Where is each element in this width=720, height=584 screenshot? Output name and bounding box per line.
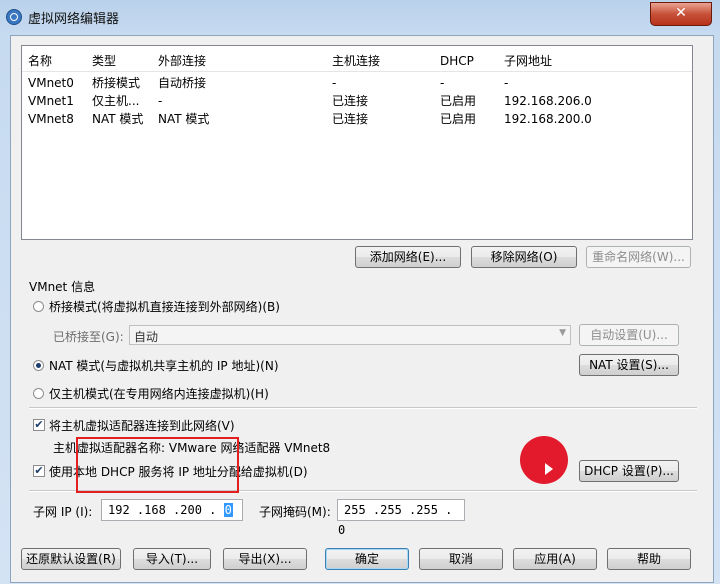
connect-adapter-checkbox[interactable]: ✔ [33,419,45,431]
hostonly-mode-radio[interactable] [33,388,44,399]
row-host: - [332,76,337,90]
restore-defaults-button[interactable]: 还原默认设置(R) [21,548,121,570]
column-header-external[interactable]: 外部连接 [158,52,206,70]
cursor-highlight-icon [520,436,568,484]
header-divider [22,71,692,72]
section-divider [29,407,697,409]
export-button[interactable]: 导出(X)... [223,548,307,570]
row-type: 仅主机... [92,94,140,108]
dialog-body: 名称 类型 外部连接 主机连接 DHCP 子网地址 VMnet0 桥接模式 自动… [10,35,714,583]
bridged-mode-label[interactable]: 桥接模式(将虚拟机直接连接到外部网络)(B) [49,298,280,315]
bridged-to-label: 已桥接至(G): [53,330,124,344]
cancel-button[interactable]: 取消 [419,548,503,570]
subnet-mask-field[interactable]: 255 .255 .255 . 0 [337,499,465,537]
nat-mode-radio[interactable] [33,360,44,371]
title-bar: 虚拟网络编辑器 ✕ [0,0,720,34]
row-host: 已连接 [332,94,369,108]
help-button[interactable]: 帮助 [607,548,691,570]
nat-settings-button[interactable]: NAT 设置(S)... [579,354,679,376]
connect-adapter-label[interactable]: 将主机虚拟适配器连接到此网络(V) [49,417,235,434]
network-list[interactable]: 名称 类型 外部连接 主机连接 DHCP 子网地址 VMnet0 桥接模式 自动… [21,45,693,240]
bridged-to-select[interactable]: 自动 ▼ [129,325,571,345]
row-name: VMnet0 [28,76,74,90]
row-external: NAT 模式 [158,112,210,126]
column-header-name[interactable]: 名称 [28,52,52,70]
column-header-dhcp[interactable]: DHCP [440,52,474,70]
row-dhcp: 已启用 [440,94,477,108]
row-dhcp: 已启用 [440,112,477,126]
bridged-to-value: 自动 [134,330,159,344]
row-dhcp: - [440,76,445,90]
column-header-host[interactable]: 主机连接 [332,52,380,70]
remove-network-button[interactable]: 移除网络(O) [471,246,577,268]
annotation-highlight-box [76,437,239,493]
subnet-ip-prefix: 192 .168 .200 . [108,503,217,517]
list-header: 名称 类型 外部连接 主机连接 DHCP 子网地址 [22,52,692,70]
row-name: VMnet1 [28,94,74,108]
window-title: 虚拟网络编辑器 [28,12,120,27]
row-external: 自动桥接 [158,76,207,90]
bridged-mode-radio[interactable] [33,301,44,312]
column-header-subnet[interactable]: 子网地址 [504,52,552,70]
subnet-mask-value: 255 .255 .255 . 0 [338,503,453,537]
hostonly-mode-label[interactable]: 仅主机模式(在专用网络内连接虚拟机)(H) [49,385,269,402]
row-subnet: 192.168.206.0 [504,94,592,108]
table-row-vmnet0[interactable]: VMnet0 桥接模式 自动桥接 - - - [22,74,692,92]
chevron-down-icon: ▼ [559,328,566,338]
apply-button[interactable]: 应用(A) [513,548,597,570]
row-name: VMnet8 [28,112,74,126]
subnet-ip-field[interactable]: 192 .168 .200 . 0 [101,499,243,521]
row-type: NAT 模式 [92,112,144,126]
rename-network-button[interactable]: 重命名网络(W)... [586,246,691,268]
subnet-ip-last-octet[interactable]: 0 [223,503,233,517]
row-external: - [158,94,163,108]
network-globe-icon [6,9,22,25]
mouse-cursor-icon [545,463,553,475]
virtual-network-editor-window: 虚拟网络编辑器 ✕ 名称 类型 外部连接 主机连接 DHCP 子网地址 VMne… [0,0,720,584]
row-type: 桥接模式 [92,76,141,90]
import-button[interactable]: 导入(T)... [133,548,211,570]
row-subnet: - [504,76,509,90]
nat-mode-label[interactable]: NAT 模式(与虚拟机共享主机的 IP 地址)(N) [49,357,279,374]
row-subnet: 192.168.200.0 [504,112,592,126]
dhcp-checkbox[interactable]: ✔ [33,465,45,477]
table-row-vmnet8[interactable]: VMnet8 NAT 模式 NAT 模式 已连接 已启用 192.168.200… [22,110,692,128]
dhcp-settings-button[interactable]: DHCP 设置(P)... [579,460,679,482]
column-header-type[interactable]: 类型 [92,52,116,70]
row-host: 已连接 [332,112,369,126]
subnet-ip-label: 子网 IP (I): [33,505,93,519]
vmnet-info-label: VMnet 信息 [29,280,96,294]
auto-settings-button[interactable]: 自动设置(U)... [579,324,679,346]
ok-button[interactable]: 确定 [325,548,409,570]
subnet-mask-label: 子网掩码(M): [259,505,331,519]
table-row-vmnet1[interactable]: VMnet1 仅主机... - 已连接 已启用 192.168.206.0 [22,92,692,110]
add-network-button[interactable]: 添加网络(E)... [355,246,461,268]
close-button[interactable]: ✕ [650,2,712,26]
